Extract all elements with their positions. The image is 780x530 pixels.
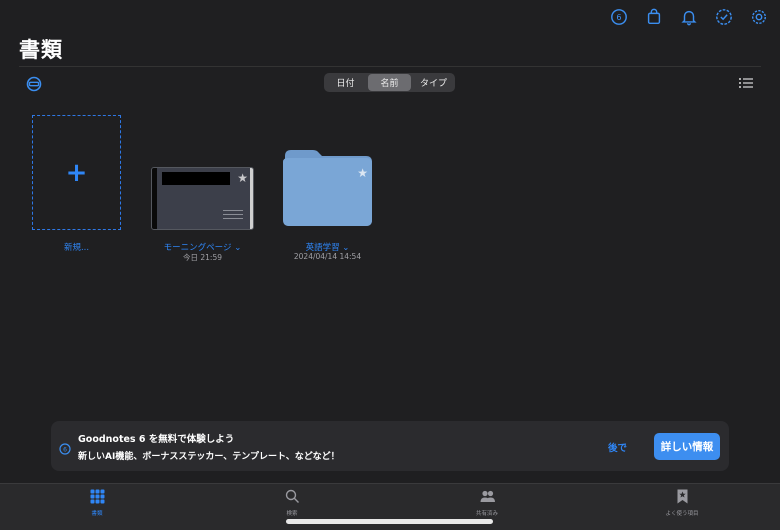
redacted-title: [162, 172, 230, 185]
sort-option-name[interactable]: 名前: [368, 74, 411, 91]
page-lines: [223, 210, 243, 222]
people-icon: [480, 490, 495, 502]
tab-label: 書類: [91, 511, 103, 517]
bookmark-star-icon: [677, 489, 687, 504]
details-button[interactable]: 詳しい情報: [654, 433, 720, 460]
shopping-bag-icon[interactable]: [643, 6, 665, 28]
grid-icon: [90, 489, 104, 504]
notebook-thumbnail[interactable]: ★: [151, 167, 254, 230]
later-button[interactable]: 後で: [608, 440, 627, 454]
checkmark-circle-icon[interactable]: [713, 6, 735, 28]
plus-icon: +: [65, 157, 88, 188]
star-icon[interactable]: ★: [237, 171, 248, 185]
tab-favorites[interactable]: よく使う項目: [642, 489, 722, 517]
folder-date: 2024/04/14 14:54: [293, 252, 362, 261]
divider: [19, 66, 761, 67]
top-toolbar: 6: [608, 6, 770, 28]
tab-label: よく使う項目: [665, 511, 699, 517]
star-icon[interactable]: ★: [357, 166, 368, 180]
svg-text:6: 6: [616, 12, 621, 22]
new-document-tile[interactable]: +: [32, 115, 121, 230]
tab-search[interactable]: 検索: [252, 489, 332, 517]
svg-text:6: 6: [63, 446, 67, 453]
goodnotes-account-icon[interactable]: [25, 75, 43, 93]
banner-subtitle: 新しいAI機能、ボーナスステッカー、テンプレート、などなど！: [78, 452, 340, 462]
sort-option-date[interactable]: 日付: [324, 73, 367, 92]
folder-thumbnail[interactable]: ★: [283, 150, 372, 226]
tab-label: 共有済み: [475, 511, 498, 517]
banner-title: Goodnotes 6 を無料で体験しよう: [78, 434, 235, 445]
list-view-icon[interactable]: [738, 75, 754, 91]
tab-documents[interactable]: 書類: [57, 489, 137, 517]
goodnotes-6-icon: 6: [59, 440, 71, 455]
tab-shared[interactable]: 共有済み: [447, 489, 527, 517]
new-document-label[interactable]: 新規...: [32, 241, 121, 253]
page-title: 書類: [19, 38, 63, 62]
sort-option-type[interactable]: タイプ: [412, 73, 455, 92]
sort-segmented-control: 日付 名前 タイプ: [324, 73, 455, 92]
goodnotes-6-icon[interactable]: 6: [608, 6, 630, 28]
promo-banner: 6 Goodnotes 6 を無料で体験しよう 新しいAI機能、ボーナスステッカ…: [51, 421, 729, 471]
gear-icon[interactable]: [748, 6, 770, 28]
bell-icon[interactable]: [678, 6, 700, 28]
search-icon: [285, 489, 299, 503]
tab-label: 検索: [286, 511, 298, 517]
home-indicator: [286, 519, 493, 524]
notebook-date: 今日 21:59: [183, 253, 222, 262]
